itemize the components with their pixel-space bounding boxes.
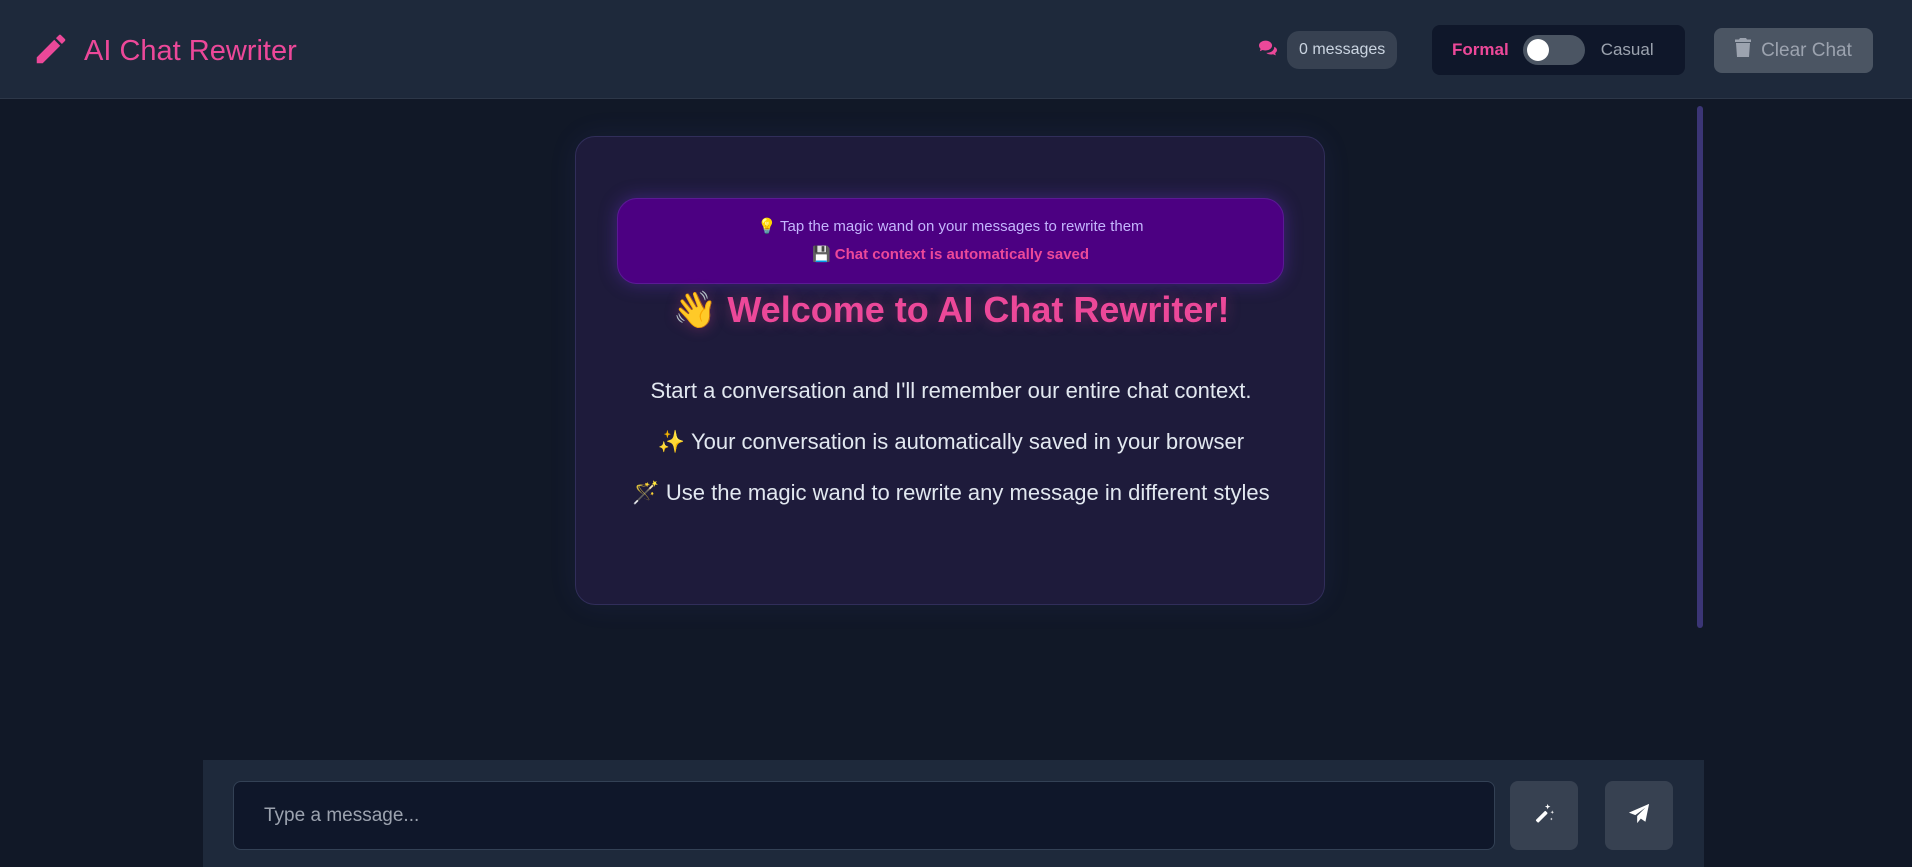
welcome-title: 👋 Welcome to AI Chat Rewriter! [672,289,1230,330]
autosave-text: 💾 Chat context is automatically saved [811,246,1090,263]
rewrite-button[interactable] [1510,781,1578,850]
chat-scrollbar[interactable] [1697,106,1703,628]
app-logo: AI Chat Rewriter [32,30,297,72]
magic-wand-icon [1533,803,1555,829]
tip-notice: 💡 Tap the magic wand on your messages to… [617,198,1284,284]
welcome-line-saved: ✨ Your conversation is automatically sav… [657,429,1245,454]
tip-text: 💡 Tap the magic wand on your messages to… [757,218,1144,235]
message-input[interactable] [233,781,1495,850]
welcome-card: 💡 Tap the magic wand on your messages to… [575,136,1325,605]
app-header: AI Chat Rewriter 0 messages Formal Casua… [0,0,1912,99]
toggle-label-casual[interactable]: Casual [1601,40,1654,60]
style-switch[interactable] [1522,35,1585,65]
clear-chat-label: Clear Chat [1761,39,1852,61]
toggle-label-formal[interactable]: Formal [1452,40,1509,60]
app-title: AI Chat Rewriter [84,34,297,67]
comments-icon [1258,39,1278,61]
switch-knob [1526,39,1549,61]
pencil-icon [32,30,70,72]
style-toggle: Formal Casual [1432,25,1685,75]
welcome-line-context: Start a conversation and I'll remember o… [650,378,1252,403]
send-button[interactable] [1605,781,1673,850]
message-counter: 0 messages [1258,31,1398,69]
paper-plane-icon [1628,803,1650,829]
message-count-badge: 0 messages [1287,31,1398,69]
clear-chat-button[interactable]: Clear Chat [1714,28,1873,73]
trash-icon [1735,38,1761,63]
welcome-line-wand: 🪄 Use the magic wand to rewrite any mess… [632,480,1270,505]
message-composer [203,760,1704,867]
